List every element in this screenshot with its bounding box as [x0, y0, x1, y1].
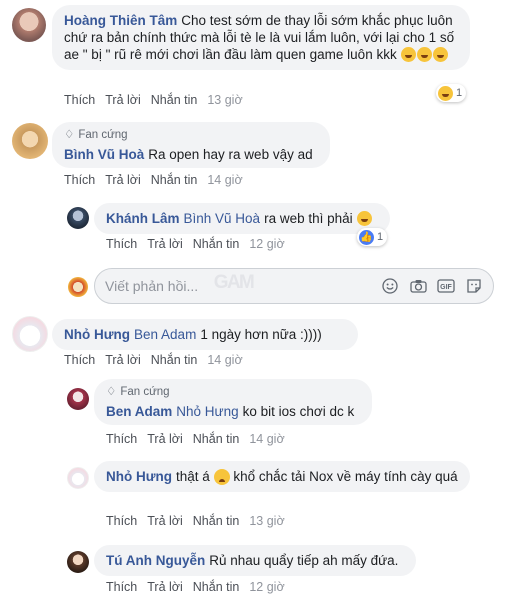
message-link[interactable]: Nhắn tin	[151, 353, 198, 367]
comment-text: 1 ngày hơn nữa :))))	[200, 327, 322, 342]
comment-actions: Thích Trả lời Nhắn tin 12 giờ	[106, 237, 285, 251]
comment-author[interactable]: Nhỏ Hưng	[106, 469, 172, 484]
message-link[interactable]: Nhắn tin	[193, 432, 240, 446]
like-link[interactable]: Thích	[106, 580, 137, 594]
fan-badge: ♢ Fan cứng	[106, 384, 360, 401]
mention-link[interactable]: Nhỏ Hưng	[176, 404, 238, 419]
gif-icon[interactable]: GIF	[437, 277, 455, 295]
comment-text: Rủ nhau quẩy tiếp ah mấy đứa.	[209, 553, 399, 568]
sad-emoji-icon	[213, 469, 230, 485]
like-reaction-icon: 👍	[359, 229, 374, 245]
reaction-count-value: 1	[377, 231, 384, 243]
current-user-avatar	[68, 277, 88, 297]
comment-bubble: Nhỏ Hưng thật á khổ chắc tải Nox về máy t…	[94, 461, 470, 492]
camera-icon[interactable]	[409, 277, 427, 295]
mention-link[interactable]: Bình Vũ Hoà	[184, 211, 261, 226]
avatar[interactable]	[67, 207, 89, 229]
comment-bubble: Hoàng Thiên Tâm Cho test sớm de thay lỗi …	[52, 5, 470, 70]
avatar[interactable]	[12, 8, 46, 42]
message-link[interactable]: Nhắn tin	[151, 93, 198, 107]
comment-actions: Thích Trả lời Nhắn tin 14 giờ	[106, 432, 285, 446]
avatar[interactable]	[12, 316, 48, 352]
comment-text: ko bit ios chơi dc k	[242, 404, 355, 419]
diamond-icon: ♢	[64, 129, 75, 141]
comment-actions: Thích Trả lời Nhắn tin 13 giờ	[64, 93, 243, 107]
timestamp[interactable]: 13 giờ	[249, 514, 284, 528]
smile-emoji-icon	[357, 211, 373, 226]
timestamp[interactable]: 14 giờ	[249, 432, 284, 446]
comment-bubble: ♢ Fan cứng Ben Adam Nhỏ Hưng ko bit ios chơ…	[94, 379, 372, 425]
comment-bubble: ♢ Fan cứng Bình Vũ Hoà Ra open hay ra web …	[52, 122, 330, 168]
reaction-count-value: 1	[456, 87, 463, 99]
avatar[interactable]	[67, 388, 89, 410]
timestamp[interactable]: 14 giờ	[207, 173, 242, 187]
reaction-count[interactable]: 👍 1	[357, 228, 388, 246]
comment-text: Ra open hay ra web vậy ad	[148, 147, 313, 162]
reply-link[interactable]: Trả lời	[147, 237, 183, 251]
timestamp[interactable]: 13 giờ	[207, 93, 242, 107]
like-link[interactable]: Thích	[106, 432, 137, 446]
comment-author[interactable]: Hoàng Thiên Tâm	[64, 13, 177, 28]
smiley-icon[interactable]	[381, 277, 399, 295]
avatar[interactable]	[12, 123, 48, 159]
like-link[interactable]: Thích	[64, 173, 95, 187]
reply-input[interactable]: Viết phản hồi... GIF	[94, 268, 494, 304]
comment-actions: Thích Trả lời Nhắn tin 14 giờ	[64, 173, 243, 187]
grin-emoji-icon	[401, 47, 417, 62]
comment-author[interactable]: Nhỏ Hưng	[64, 327, 130, 342]
timestamp[interactable]: 12 giờ	[249, 580, 284, 594]
message-link[interactable]: Nhắn tin	[193, 514, 240, 528]
reply-link[interactable]: Trả lời	[105, 93, 141, 107]
svg-text:GIF: GIF	[440, 284, 452, 291]
like-link[interactable]: Thích	[64, 353, 95, 367]
haha-reaction-icon	[438, 85, 453, 101]
like-link[interactable]: Thích	[64, 93, 95, 107]
like-link[interactable]: Thích	[106, 514, 137, 528]
avatar[interactable]	[67, 467, 89, 489]
comment-bubble: Khánh Lâm Bình Vũ Hoà ra web thì phải	[94, 203, 390, 234]
grin-emoji-icon	[433, 47, 449, 62]
comment-actions: Thích Trả lời Nhắn tin 13 giờ	[106, 514, 285, 528]
comment-bubble: Tú Anh Nguyễn Rủ nhau quẩy tiếp ah mấy đứ…	[94, 545, 416, 576]
reply-link[interactable]: Trả lời	[147, 514, 183, 528]
comment-text: thật á	[176, 469, 210, 484]
comment-author[interactable]: Tú Anh Nguyễn	[106, 553, 205, 568]
mention-link[interactable]: Ben Adam	[134, 327, 196, 342]
message-link[interactable]: Nhắn tin	[193, 237, 240, 251]
comment-author[interactable]: Bình Vũ Hoà	[64, 147, 144, 162]
timestamp[interactable]: 14 giờ	[207, 353, 242, 367]
comment-text: khổ chắc tải Nox về máy tính cày quá	[233, 469, 458, 484]
like-link[interactable]: Thích	[106, 237, 137, 251]
diamond-icon: ♢	[106, 386, 117, 398]
avatar[interactable]	[67, 551, 89, 573]
comment-text: ra web thì phải	[264, 211, 353, 226]
reply-link[interactable]: Trả lời	[105, 173, 141, 187]
reply-link[interactable]: Trả lời	[147, 432, 183, 446]
message-link[interactable]: Nhắn tin	[151, 173, 198, 187]
comment-author[interactable]: Khánh Lâm	[106, 211, 180, 226]
timestamp[interactable]: 12 giờ	[249, 237, 284, 251]
comment-actions: Thích Trả lời Nhắn tin 14 giờ	[64, 353, 243, 367]
reaction-count[interactable]: 1	[436, 84, 467, 102]
watermark-logo: ᴳᴬᴹ	[214, 270, 254, 301]
comment-actions: Thích Trả lời Nhắn tin 12 giờ	[106, 580, 285, 594]
sticker-icon[interactable]	[465, 277, 483, 295]
grin-emoji-icon	[417, 47, 433, 62]
comment-bubble: Nhỏ Hưng Ben Adam 1 ngày hơn nữa :))))	[52, 319, 358, 350]
comment-author[interactable]: Ben Adam	[106, 404, 172, 419]
fan-badge: ♢ Fan cứng	[64, 127, 318, 144]
reply-link[interactable]: Trả lời	[105, 353, 141, 367]
message-link[interactable]: Nhắn tin	[193, 580, 240, 594]
reply-link[interactable]: Trả lời	[147, 580, 183, 594]
